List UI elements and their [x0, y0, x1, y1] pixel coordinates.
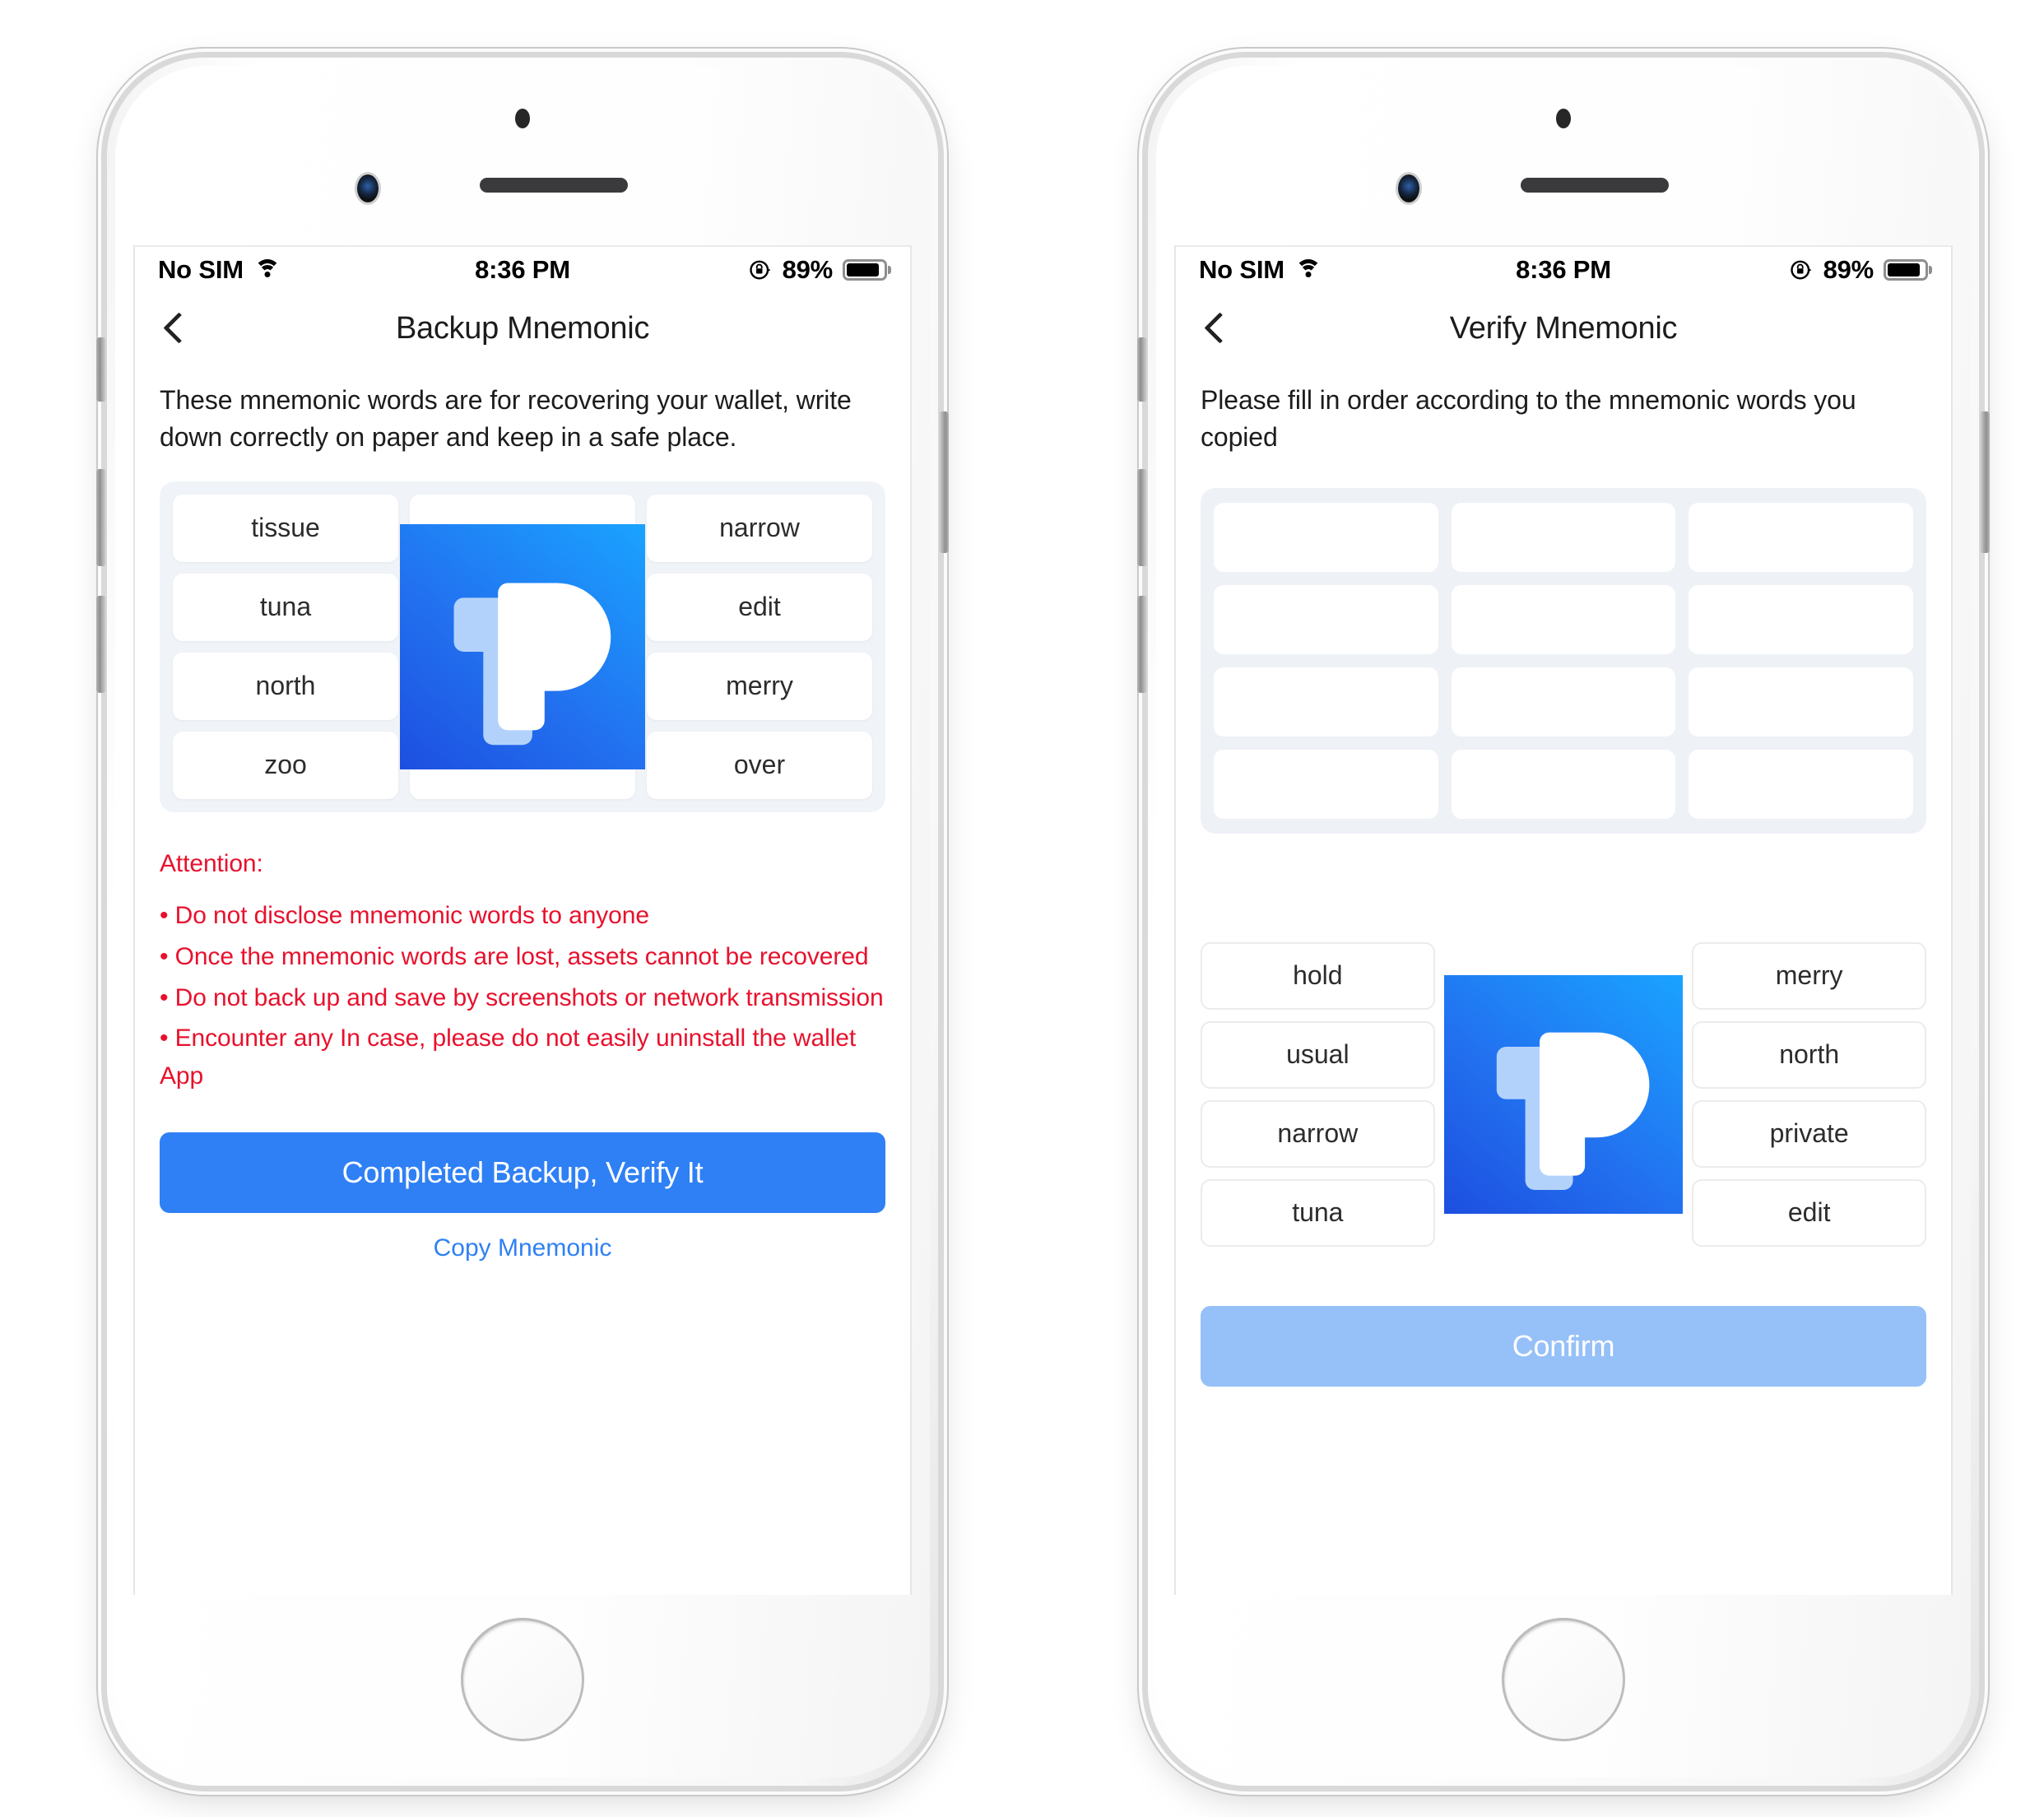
- screen-verify-mnemonic: No SIM 8:36 PM 89% Verify Mnemonic Pleas…: [1174, 245, 1953, 1595]
- mnemonic-slot[interactable]: [1214, 749, 1438, 819]
- status-time: 8:36 PM: [475, 255, 570, 284]
- mnemonic-slot-panel: [1201, 487, 1926, 834]
- screen-backup-mnemonic: No SIM 8:36 PM 89% Backup Mnemonic These…: [133, 245, 912, 1595]
- volume-up-button[interactable]: [96, 469, 106, 566]
- back-chevron-icon[interactable]: [1202, 314, 1230, 342]
- verify-description: Please fill in order according to the mn…: [1201, 385, 1856, 453]
- mnemonic-word: tuna: [173, 573, 398, 641]
- battery-percent-label: 89%: [782, 255, 834, 284]
- word-choice-panel: hold merry usual north narrow private tu…: [1201, 941, 1926, 1247]
- earpiece-speaker-icon: [480, 178, 628, 193]
- mnemonic-slot[interactable]: [1689, 749, 1913, 819]
- mnemonic-word: north: [173, 652, 398, 720]
- confirm-button-wrapper: Confirm: [1201, 1305, 1926, 1387]
- phone-device-backup: No SIM 8:36 PM 89% Backup Mnemonic These…: [96, 58, 949, 1786]
- proximity-sensor-icon: [515, 109, 530, 128]
- mnemonic-slot[interactable]: [1214, 584, 1438, 654]
- mnemonic-slot[interactable]: [1451, 502, 1676, 572]
- page-title-backup: Backup Mnemonic: [395, 310, 650, 346]
- phone-device-verify: No SIM 8:36 PM 89% Verify Mnemonic Pleas…: [1137, 58, 1990, 1786]
- tokenpocket-logo: [400, 523, 645, 769]
- word-choice-chip[interactable]: hold: [1201, 941, 1435, 1010]
- mute-switch-button[interactable]: [96, 337, 106, 402]
- status-bar: No SIM 8:36 PM 89%: [135, 247, 910, 293]
- mnemonic-slot[interactable]: [1451, 667, 1676, 737]
- word-choice-chip[interactable]: north: [1692, 1020, 1926, 1089]
- completed-backup-verify-button[interactable]: Completed Backup, Verify It: [160, 1132, 885, 1214]
- front-camera-icon: [1398, 174, 1419, 202]
- word-choice-chip[interactable]: usual: [1201, 1020, 1435, 1089]
- tokenpocket-logo: [1444, 974, 1683, 1214]
- page-title-verify: Verify Mnemonic: [1449, 310, 1678, 346]
- front-camera-icon: [357, 174, 379, 202]
- attention-title: Attention:: [160, 849, 263, 877]
- word-choice-chip[interactable]: merry: [1692, 941, 1926, 1010]
- back-chevron-icon[interactable]: [161, 314, 189, 342]
- home-button[interactable]: [461, 1618, 584, 1741]
- word-choice-chip[interactable]: private: [1692, 1099, 1926, 1168]
- mnemonic-slot[interactable]: [1451, 584, 1676, 654]
- mnemonic-words-panel: tissue narrow tuna edit north merry zoo …: [160, 481, 885, 812]
- mnemonic-slot[interactable]: [1214, 667, 1438, 737]
- attention-item: • Once the mnemonic words are lost, asse…: [160, 943, 869, 971]
- carrier-label: No SIM: [158, 255, 244, 284]
- backup-body: These mnemonic words are for recovering …: [135, 382, 910, 1262]
- rotation-lock-icon: [748, 258, 773, 282]
- mnemonic-word: edit: [647, 573, 872, 641]
- attention-item: • Do not back up and save by screenshots…: [160, 983, 884, 1011]
- battery-icon: [1884, 259, 1929, 281]
- confirm-button[interactable]: Confirm: [1201, 1305, 1926, 1387]
- word-choice-chip[interactable]: edit: [1692, 1178, 1926, 1247]
- volume-down-button[interactable]: [96, 596, 106, 693]
- power-button[interactable]: [1980, 411, 1990, 553]
- screenshot-stage: No SIM 8:36 PM 89% Backup Mnemonic These…: [0, 0, 2044, 1817]
- rotation-lock-icon: [1789, 258, 1814, 282]
- word-choice-chip[interactable]: tuna: [1201, 1178, 1435, 1247]
- wifi-icon: [1294, 259, 1322, 281]
- mnemonic-slot[interactable]: [1451, 749, 1676, 819]
- mnemonic-word: zoo: [173, 731, 398, 799]
- carrier-label: No SIM: [1199, 255, 1284, 284]
- attention-item: • Do not disclose mnemonic words to anyo…: [160, 902, 649, 930]
- battery-icon: [843, 259, 888, 281]
- mnemonic-word: narrow: [647, 494, 872, 562]
- backup-description: These mnemonic words are for recovering …: [160, 385, 852, 453]
- mnemonic-word: tissue: [173, 494, 398, 562]
- mnemonic-slot[interactable]: [1689, 667, 1913, 737]
- mnemonic-slot[interactable]: [1214, 502, 1438, 572]
- wifi-icon: [253, 259, 281, 281]
- battery-percent-label: 89%: [1823, 255, 1874, 284]
- attention-item: • Encounter any In case, please do not e…: [160, 1025, 857, 1090]
- word-choice-chip[interactable]: narrow: [1201, 1099, 1435, 1168]
- volume-down-button[interactable]: [1137, 596, 1147, 693]
- attention-block: Attention: • Do not disclose mnemonic wo…: [160, 845, 885, 1095]
- power-button[interactable]: [939, 411, 949, 553]
- mnemonic-word: merry: [647, 652, 872, 720]
- nav-bar-backup: Backup Mnemonic: [135, 293, 910, 364]
- mnemonic-slot[interactable]: [1689, 502, 1913, 572]
- mnemonic-slot[interactable]: [1689, 584, 1913, 654]
- copy-mnemonic-link[interactable]: Copy Mnemonic: [160, 1234, 885, 1262]
- proximity-sensor-icon: [1556, 109, 1571, 128]
- mnemonic-slot-grid: [1214, 502, 1913, 819]
- volume-up-button[interactable]: [1137, 469, 1147, 566]
- earpiece-speaker-icon: [1521, 178, 1669, 193]
- mnemonic-word: over: [647, 731, 872, 799]
- verify-body: Please fill in order according to the mn…: [1176, 382, 1951, 1387]
- status-time: 8:36 PM: [1516, 255, 1611, 284]
- home-button[interactable]: [1502, 1618, 1625, 1741]
- nav-bar-verify: Verify Mnemonic: [1176, 293, 1951, 364]
- status-bar: No SIM 8:36 PM 89%: [1176, 247, 1951, 293]
- mute-switch-button[interactable]: [1137, 337, 1147, 402]
